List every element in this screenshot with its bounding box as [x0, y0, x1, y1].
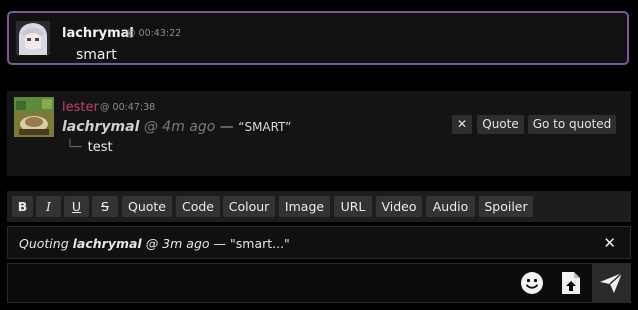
go-to-quoted-button[interactable]: Go to quoted — [528, 115, 616, 134]
quote-button[interactable]: Quote — [477, 115, 524, 134]
username[interactable]: lester — [62, 100, 99, 115]
timestamp: @ 00:47:38 — [100, 102, 156, 113]
strikethrough-button[interactable]: S — [92, 196, 118, 217]
reply-tree-glyph: └─ — [66, 140, 82, 155]
upload-file-button[interactable] — [552, 264, 590, 302]
message-highlighted: lachrymal @ 00:43:22 smart — [7, 11, 629, 65]
quoted-author: lachrymal — [62, 119, 140, 135]
user-avatar[interactable] — [16, 21, 50, 55]
reply: └─ test — [66, 140, 113, 155]
spoiler-tag-button[interactable]: Spoiler — [479, 196, 533, 217]
message-composer — [7, 263, 631, 303]
quote-tag-button[interactable]: Quote — [122, 196, 172, 217]
code-tag-button[interactable]: Code — [176, 196, 220, 217]
image-tag-button[interactable]: Image — [279, 196, 330, 217]
quoted-message[interactable]: lachrymal @ 4m ago — “SMART” — [62, 119, 291, 135]
timestamp: @ 00:43:22 — [126, 28, 182, 39]
dismiss-quote-button[interactable]: ✕ — [452, 115, 472, 134]
emoji-button[interactable] — [513, 264, 551, 302]
colour-tag-button[interactable]: Colour — [223, 196, 275, 217]
quoted-dash: — — [219, 119, 234, 135]
formatting-toolbar: B I U S Quote Code Colour Image URL Vide… — [7, 191, 631, 222]
bold-button[interactable]: B — [12, 196, 33, 217]
send-icon — [600, 272, 623, 293]
close-icon: ✕ — [456, 117, 468, 131]
quoting-text: Quoting lachrymal @ 3m ago — "smart..." — [19, 236, 290, 251]
quoting-dash: — — [213, 236, 227, 251]
quoting-author: lachrymal — [72, 236, 142, 251]
message-text: smart — [76, 47, 117, 63]
quoting-ago: @ 3m ago — [145, 236, 210, 251]
message: lester @ 00:47:38 lachrymal @ 4m ago — “… — [7, 91, 631, 176]
quoted-text: “SMART” — [238, 120, 292, 134]
reply-text: test — [87, 140, 113, 155]
file-upload-icon — [562, 272, 580, 294]
audio-tag-button[interactable]: Audio — [426, 196, 475, 217]
message-input[interactable] — [8, 264, 508, 302]
quoted-ago: @ 4m ago — [143, 119, 216, 135]
username[interactable]: lachrymal — [62, 26, 134, 41]
video-tag-button[interactable]: Video — [376, 196, 422, 217]
italic-button[interactable]: I — [36, 196, 61, 217]
cancel-quote-close-icon[interactable]: ✕ — [603, 234, 616, 252]
underline-button[interactable]: U — [64, 196, 89, 217]
quoting-snippet: "smart..." — [230, 236, 290, 251]
quoting-bar: Quoting lachrymal @ 3m ago — "smart..." … — [7, 226, 631, 259]
url-tag-button[interactable]: URL — [334, 196, 372, 217]
smiley-icon — [521, 272, 543, 294]
send-button[interactable] — [592, 264, 630, 302]
quoting-prefix: Quoting — [19, 236, 69, 251]
user-avatar[interactable] — [14, 97, 54, 137]
